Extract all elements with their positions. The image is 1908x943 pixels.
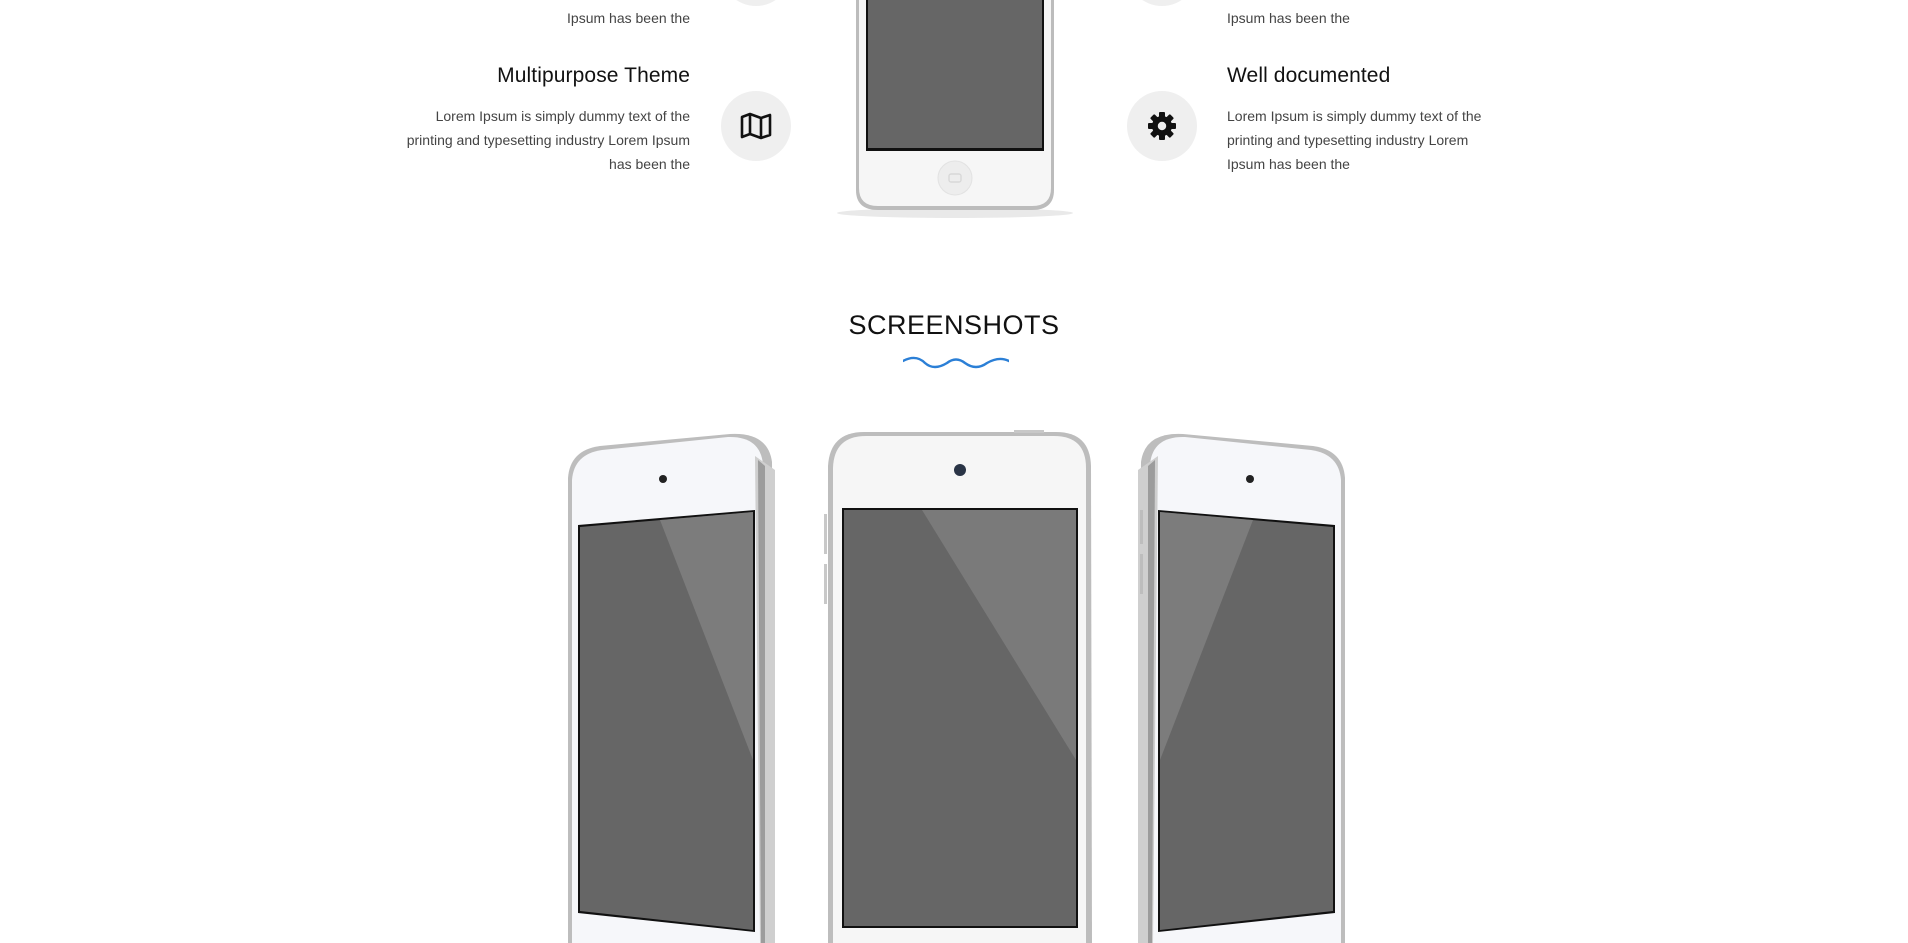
- center-phone-image: [837, 0, 1073, 218]
- map-icon: [740, 112, 772, 140]
- feature-multipurpose-circle: [721, 91, 791, 161]
- screenshots-title: SCREENSHOTS: [848, 310, 1060, 340]
- feature-desc: Lorem Ipsum is simply dummy text of the …: [406, 108, 690, 172]
- feature-documented-circle: [1127, 91, 1197, 161]
- feature-title: Well documented: [1227, 64, 1391, 87]
- screenshot-phone-right: [1138, 433, 1345, 943]
- feature-desc: Lorem Ipsum is simply dummy text of the …: [1227, 108, 1482, 172]
- feature-partial-left-circle: [721, 0, 791, 6]
- wave-divider-icon: [903, 356, 1009, 369]
- feature-title: Multipurpose Theme: [497, 64, 690, 87]
- screenshot-phone-center: [824, 430, 1092, 943]
- gear-icon: [1148, 112, 1176, 140]
- feature-documented: Well documented Lorem Ipsum is simply du…: [1227, 64, 1527, 176]
- page: Ipsum has been the Ipsum has been the Mu…: [0, 0, 1908, 943]
- feature-multipurpose: Multipurpose Theme Lorem Ipsum is simply…: [400, 64, 690, 176]
- screenshot-phone-left: [568, 433, 775, 943]
- feature-partial-right-circle: [1127, 0, 1197, 6]
- feature-partial-left-desc: Ipsum has been the: [567, 10, 690, 26]
- feature-partial-right-desc: Ipsum has been the: [1227, 10, 1350, 26]
